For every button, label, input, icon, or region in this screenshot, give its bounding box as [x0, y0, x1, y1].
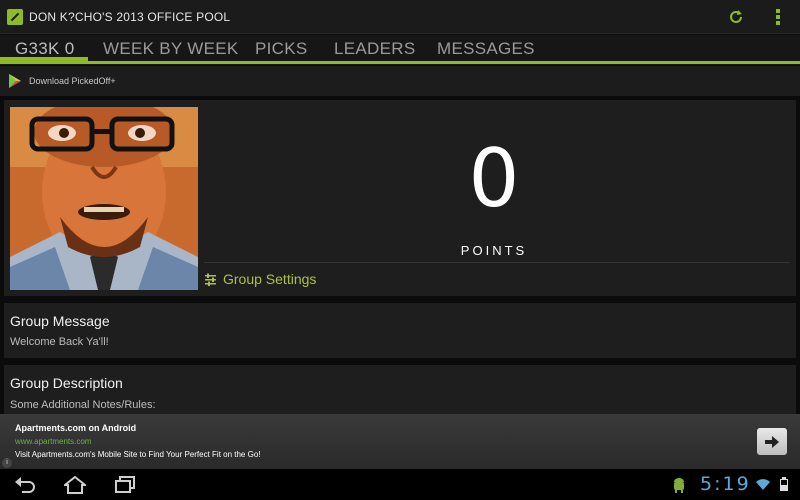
play-store-icon: [9, 74, 21, 88]
group-message-title: Group Message: [10, 313, 110, 329]
ad-info-icon[interactable]: i: [2, 458, 12, 468]
system-navigation-bar: 5:19: [0, 469, 800, 500]
tab-leaders[interactable]: LEADERS: [334, 39, 415, 59]
tab-g33k[interactable]: G33K 0: [15, 39, 74, 59]
tab-week-by-week[interactable]: WEEK BY WEEK: [103, 39, 239, 59]
profile-card: 0 POINTS Group Settings: [4, 100, 796, 296]
action-bar: DON K?CHO'S 2013 OFFICE POOL: [0, 0, 800, 34]
tab-messages[interactable]: MESSAGES: [437, 39, 535, 59]
recent-apps-icon[interactable]: [114, 476, 136, 494]
group-message-card: Group Message Welcome Back Ya'll!: [4, 303, 796, 358]
refresh-icon[interactable]: [728, 9, 744, 25]
group-message-body: Welcome Back Ya'll!: [10, 336, 109, 348]
ad-banner[interactable]: Apartments.com on Android www.apartments…: [0, 414, 800, 469]
avatar: [10, 107, 198, 290]
points-label: POINTS: [460, 243, 528, 258]
divider: [204, 262, 790, 263]
clock: 5:19: [700, 473, 751, 495]
group-settings-label: Group Settings: [223, 271, 317, 287]
android-debug-icon: [674, 478, 684, 493]
group-description-body: Some Additional Notes/Rules:: [10, 399, 156, 411]
ad-url: www.apartments.com: [15, 437, 92, 446]
ad-open-button[interactable]: [757, 428, 787, 455]
settings-sliders-icon: [205, 273, 216, 286]
tab-bar: G33K 0 WEEK BY WEEK PICKS LEADERS MESSAG…: [0, 35, 800, 65]
app-logo-icon: [7, 8, 23, 25]
home-icon[interactable]: [64, 476, 86, 494]
group-description-title: Group Description: [10, 375, 123, 391]
tab-picks[interactable]: PICKS: [255, 39, 308, 59]
tab-underline: [0, 61, 800, 64]
app-title: DON K?CHO'S 2013 OFFICE POOL: [29, 9, 231, 24]
battery-icon: [780, 477, 788, 491]
ad-description: Visit Apartments.com's Mobile Site to Fi…: [15, 450, 261, 459]
group-description-card: Group Description Some Additional Notes/…: [4, 365, 796, 415]
group-settings-button[interactable]: Group Settings: [204, 268, 316, 290]
arrow-right-icon: [765, 435, 779, 448]
promo-link[interactable]: Download PickedOff+: [29, 76, 116, 86]
wifi-icon: [756, 479, 770, 490]
overflow-menu-icon[interactable]: [770, 8, 786, 26]
points-value: 0: [468, 132, 520, 225]
back-icon[interactable]: [14, 476, 36, 494]
main-content[interactable]: 0 POINTS Group Settings Group Message We…: [0, 97, 800, 415]
ad-title: Apartments.com on Android: [15, 423, 137, 433]
promo-bar[interactable]: Download PickedOff+: [0, 66, 800, 96]
